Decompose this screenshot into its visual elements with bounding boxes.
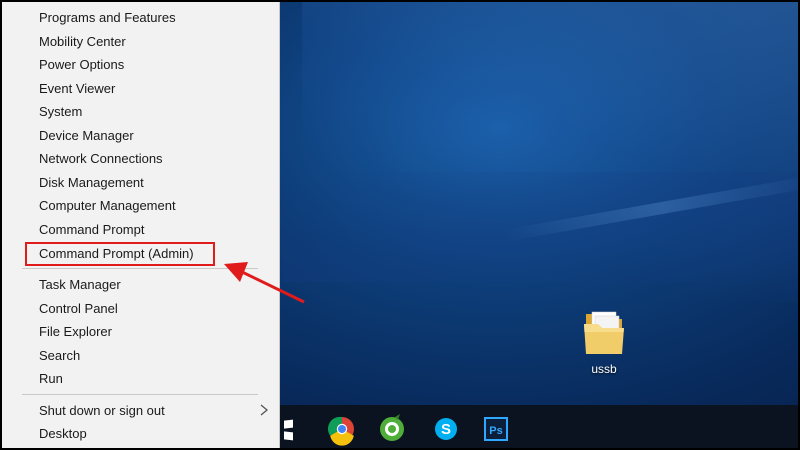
svg-text:Ps: Ps	[489, 425, 502, 437]
menu-item-run[interactable]: Run	[2, 367, 278, 390]
menu-item-power-options[interactable]: Power Options	[2, 53, 278, 76]
menu-item-command-prompt[interactable]: Command Prompt	[2, 218, 278, 241]
winx-context-menu: Programs and Features Mobility Center Po…	[2, 2, 280, 448]
menu-separator	[22, 268, 258, 269]
screenshot-frame: ussb S Ps Programs and Features Mobility…	[0, 0, 800, 450]
menu-item-control-panel[interactable]: Control Panel	[2, 297, 278, 320]
menu-item-shut-down-or-sign-out[interactable]: Shut down or sign out	[2, 399, 278, 422]
menu-item-device-manager[interactable]: Device Manager	[2, 124, 278, 147]
menu-item-disk-management[interactable]: Disk Management	[2, 171, 278, 194]
svg-text:S: S	[441, 421, 451, 438]
menu-item-file-explorer[interactable]: File Explorer	[2, 320, 278, 343]
folder-label[interactable]: ussb	[578, 362, 630, 376]
menu-item-system[interactable]: System	[2, 100, 278, 123]
menu-item-search[interactable]: Search	[2, 344, 278, 367]
skype-icon[interactable]: S	[428, 411, 464, 447]
menu-item-computer-management[interactable]: Computer Management	[2, 194, 278, 217]
menu-item-programs-and-features[interactable]: Programs and Features	[2, 6, 278, 29]
coccoc-icon[interactable]	[374, 411, 410, 447]
menu-item-network-connections[interactable]: Network Connections	[2, 147, 278, 170]
chevron-right-icon	[260, 404, 269, 416]
menu-item-task-manager[interactable]: Task Manager	[2, 273, 278, 296]
menu-item-event-viewer[interactable]: Event Viewer	[2, 77, 278, 100]
highlight-box	[25, 242, 215, 266]
menu-item-mobility-center[interactable]: Mobility Center	[2, 30, 278, 53]
photoshop-icon[interactable]: Ps	[478, 411, 514, 447]
start-icon[interactable]	[280, 411, 316, 447]
folder-icon[interactable]	[580, 308, 628, 358]
chrome-icon[interactable]	[324, 411, 360, 447]
menu-item-desktop[interactable]: Desktop	[2, 422, 278, 445]
menu-separator	[22, 394, 258, 395]
